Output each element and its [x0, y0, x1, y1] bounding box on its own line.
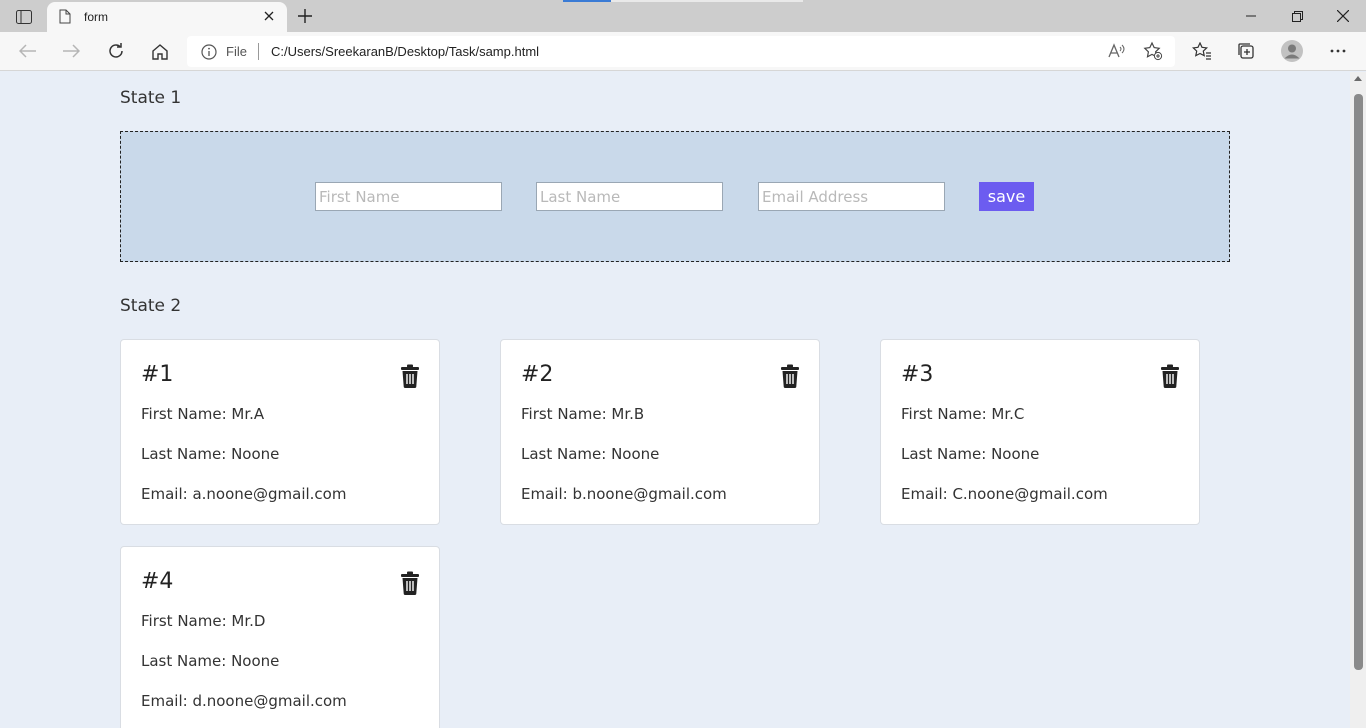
email-input[interactable] — [758, 182, 945, 211]
browser-toolbar: File C:/Users/SreekaranB/Desktop/Task/sa… — [0, 32, 1366, 71]
forward-arrow-icon — [63, 44, 80, 58]
scrollbar-thumb[interactable] — [1354, 94, 1363, 670]
address-url[interactable]: C:/Users/SreekaranB/Desktop/Task/samp.ht… — [271, 44, 539, 59]
refresh-icon — [109, 43, 123, 58]
card-last-name: Last Name: Noone — [901, 445, 1040, 463]
address-separator — [258, 43, 259, 60]
entry-form: save — [120, 131, 1230, 262]
active-tab[interactable]: form — [47, 2, 287, 32]
last-name-input[interactable] — [536, 182, 723, 211]
tab-actions-icon — [16, 10, 32, 24]
card-first-name: First Name: Mr.C — [901, 405, 1025, 423]
page-content: State 1 save State 2 #1 First Name: Mr.A… — [0, 72, 1350, 728]
close-icon — [1337, 10, 1349, 22]
card-number: #2 — [521, 362, 554, 387]
new-tab-button[interactable] — [293, 5, 317, 27]
tab-title: form — [84, 10, 108, 24]
minimize-icon — [1246, 15, 1256, 17]
card-last-name: Last Name: Noone — [141, 652, 280, 670]
card-first-name: First Name: Mr.B — [521, 405, 645, 423]
vertical-scrollbar[interactable] — [1350, 72, 1366, 728]
card-email: Email: d.noone@gmail.com — [141, 692, 347, 710]
record-card: #2 First Name: Mr.B Last Name: Noone Ema… — [500, 339, 820, 525]
tab-strip-accent — [563, 0, 611, 2]
home-button[interactable] — [145, 37, 175, 65]
record-card: #3 First Name: Mr.C Last Name: Noone Ema… — [880, 339, 1200, 525]
restore-button[interactable] — [1274, 0, 1320, 32]
record-card: #1 First Name: Mr.A Last Name: Noone Ema… — [120, 339, 440, 525]
info-icon[interactable] — [201, 44, 217, 60]
page-icon — [59, 9, 71, 24]
profile-button[interactable] — [1277, 37, 1307, 65]
state-2-heading: State 2 — [120, 296, 182, 316]
trash-icon[interactable] — [1159, 364, 1181, 388]
minimize-button[interactable] — [1228, 0, 1274, 32]
back-button[interactable] — [13, 37, 43, 65]
forward-button[interactable] — [56, 37, 86, 65]
record-card: #4 First Name: Mr.D Last Name: Noone Ema… — [120, 546, 440, 728]
card-number: #4 — [141, 569, 174, 594]
close-window-button[interactable] — [1320, 0, 1366, 32]
collections-button[interactable] — [1231, 37, 1261, 65]
favorites-icon — [1192, 42, 1211, 60]
avatar — [1281, 40, 1303, 62]
trash-icon[interactable] — [779, 364, 801, 388]
card-email: Email: b.noone@gmail.com — [521, 485, 727, 503]
trash-icon[interactable] — [399, 571, 421, 595]
state-1-heading: State 1 — [120, 88, 182, 108]
save-button[interactable]: save — [979, 182, 1034, 211]
read-aloud-icon[interactable] — [1107, 42, 1125, 60]
card-email: Email: C.noone@gmail.com — [901, 485, 1108, 503]
trash-icon[interactable] — [399, 364, 421, 388]
card-last-name: Last Name: Noone — [141, 445, 280, 463]
favorites-button[interactable] — [1187, 37, 1217, 65]
card-first-name: First Name: Mr.D — [141, 612, 266, 630]
close-icon — [264, 11, 274, 21]
more-menu-button[interactable] — [1323, 37, 1353, 65]
tab-strip-accent-secondary — [611, 0, 803, 2]
card-last-name: Last Name: Noone — [521, 445, 660, 463]
refresh-button[interactable] — [101, 37, 131, 65]
plus-icon — [298, 9, 312, 23]
restore-icon — [1291, 10, 1303, 22]
tab-actions-button[interactable] — [10, 6, 38, 28]
tab-close-button[interactable] — [261, 8, 277, 24]
card-number: #1 — [141, 362, 174, 387]
scroll-up-arrow-icon[interactable] — [1354, 76, 1362, 81]
address-bar[interactable]: File C:/Users/SreekaranB/Desktop/Task/sa… — [187, 36, 1175, 67]
card-email: Email: a.noone@gmail.com — [141, 485, 347, 503]
home-icon — [152, 43, 168, 60]
first-name-input[interactable] — [315, 182, 502, 211]
tab-bar: form — [0, 0, 1366, 32]
add-favorite-icon[interactable] — [1143, 41, 1163, 61]
card-first-name: First Name: Mr.A — [141, 405, 265, 423]
card-number: #3 — [901, 362, 934, 387]
address-scheme: File — [226, 44, 247, 59]
collections-icon — [1238, 43, 1254, 59]
more-dots-icon — [1330, 49, 1346, 53]
back-arrow-icon — [19, 44, 36, 58]
